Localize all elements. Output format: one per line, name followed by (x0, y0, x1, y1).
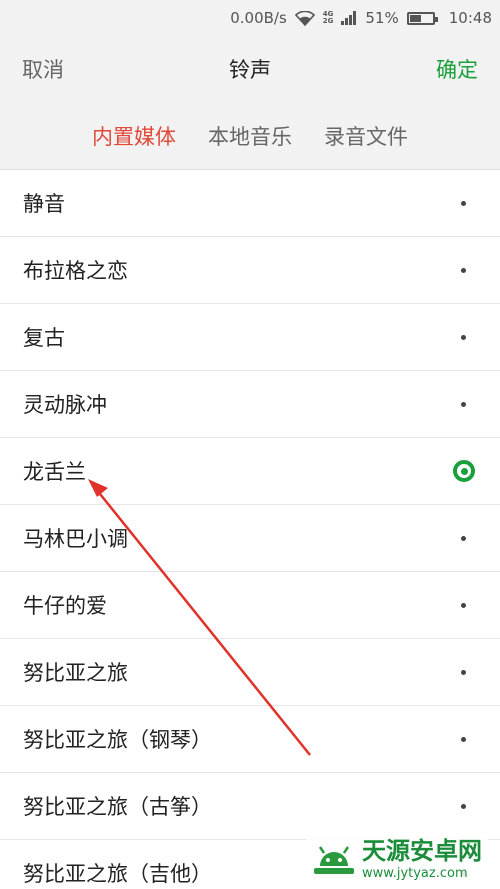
selected-radio-icon (453, 460, 475, 482)
ringtone-label: 龙舌兰 (23, 460, 86, 484)
ringtone-screen: 0.00B/s 4G 2G 51% 10:48 取消 铃声 确定 内置媒体 本地… (0, 0, 500, 889)
unselected-dot-icon (461, 669, 466, 675)
ringtone-label: 努比亚之旅（古筝） (23, 795, 212, 819)
unselected-dot-icon (461, 200, 466, 206)
page-title: 铃声 (229, 58, 271, 82)
site-watermark: 天源安卓网 www.jytyaz.com (306, 829, 488, 883)
ringtone-item-tequila[interactable]: 龙舌兰 (0, 438, 500, 505)
battery-fill (409, 14, 421, 22)
unselected-dot-icon (461, 334, 466, 340)
unselected-dot-icon (461, 736, 466, 742)
battery-percent: 51% (365, 9, 399, 27)
ringtone-item-nubia-journey[interactable]: 努比亚之旅 (0, 639, 500, 706)
watermark-url: www.jytyaz.com (362, 866, 468, 881)
ringtone-item-cowboy-love[interactable]: 牛仔的爱 (0, 572, 500, 639)
wifi-icon (294, 10, 315, 26)
title-bar: 取消 铃声 确定 (0, 36, 500, 102)
clock: 10:48 (448, 9, 492, 27)
tab-local-music[interactable]: 本地音乐 (208, 121, 292, 151)
watermark-title: 天源安卓网 (362, 836, 482, 865)
network-type-icon: 4G 2G (323, 11, 334, 25)
ringtone-label: 复古 (23, 326, 65, 350)
ringtone-label: 静音 (23, 192, 65, 216)
network-speed: 0.00B/s (230, 9, 287, 27)
battery-icon (406, 11, 438, 25)
ringtone-label: 布拉格之恋 (23, 259, 128, 283)
ringtone-item-silent[interactable]: 静音 (0, 170, 500, 237)
signal-icon (341, 11, 357, 25)
ringtone-label: 马林巴小调 (23, 527, 128, 551)
ringtone-list: 静音 布拉格之恋 复古 灵动脉冲 龙舌兰 马林巴小调 牛仔的爱 努比亚之旅 努比… (0, 170, 500, 889)
unselected-dot-icon (461, 401, 466, 407)
unselected-dot-icon (461, 267, 466, 273)
tab-recordings[interactable]: 录音文件 (324, 121, 408, 151)
ringtone-label: 灵动脉冲 (23, 393, 107, 417)
unselected-dot-icon (461, 803, 466, 809)
ringtone-label: 牛仔的爱 (23, 594, 107, 618)
ringtone-item-retro[interactable]: 复古 (0, 304, 500, 371)
ringtone-label: 努比亚之旅 (23, 661, 128, 685)
network-type-bottom: 2G (322, 17, 334, 25)
cancel-button[interactable]: 取消 (22, 54, 64, 84)
unselected-dot-icon (461, 535, 466, 541)
source-tabs: 内置媒体 本地音乐 录音文件 (0, 102, 500, 170)
ringtone-label: 努比亚之旅（吉他） (23, 862, 212, 886)
status-bar: 0.00B/s 4G 2G 51% 10:48 (0, 0, 500, 36)
ringtone-label: 努比亚之旅（钢琴） (23, 728, 212, 752)
confirm-button[interactable]: 确定 (436, 54, 478, 84)
ringtone-item-pulse[interactable]: 灵动脉冲 (0, 371, 500, 438)
ringtone-item-marimba[interactable]: 马林巴小调 (0, 505, 500, 572)
ringtone-item-nubia-piano[interactable]: 努比亚之旅（钢琴） (0, 706, 500, 773)
ringtone-item-prague-love[interactable]: 布拉格之恋 (0, 237, 500, 304)
unselected-dot-icon (461, 602, 466, 608)
android-logo-icon (314, 846, 354, 874)
tab-builtin-media[interactable]: 内置媒体 (92, 121, 176, 151)
